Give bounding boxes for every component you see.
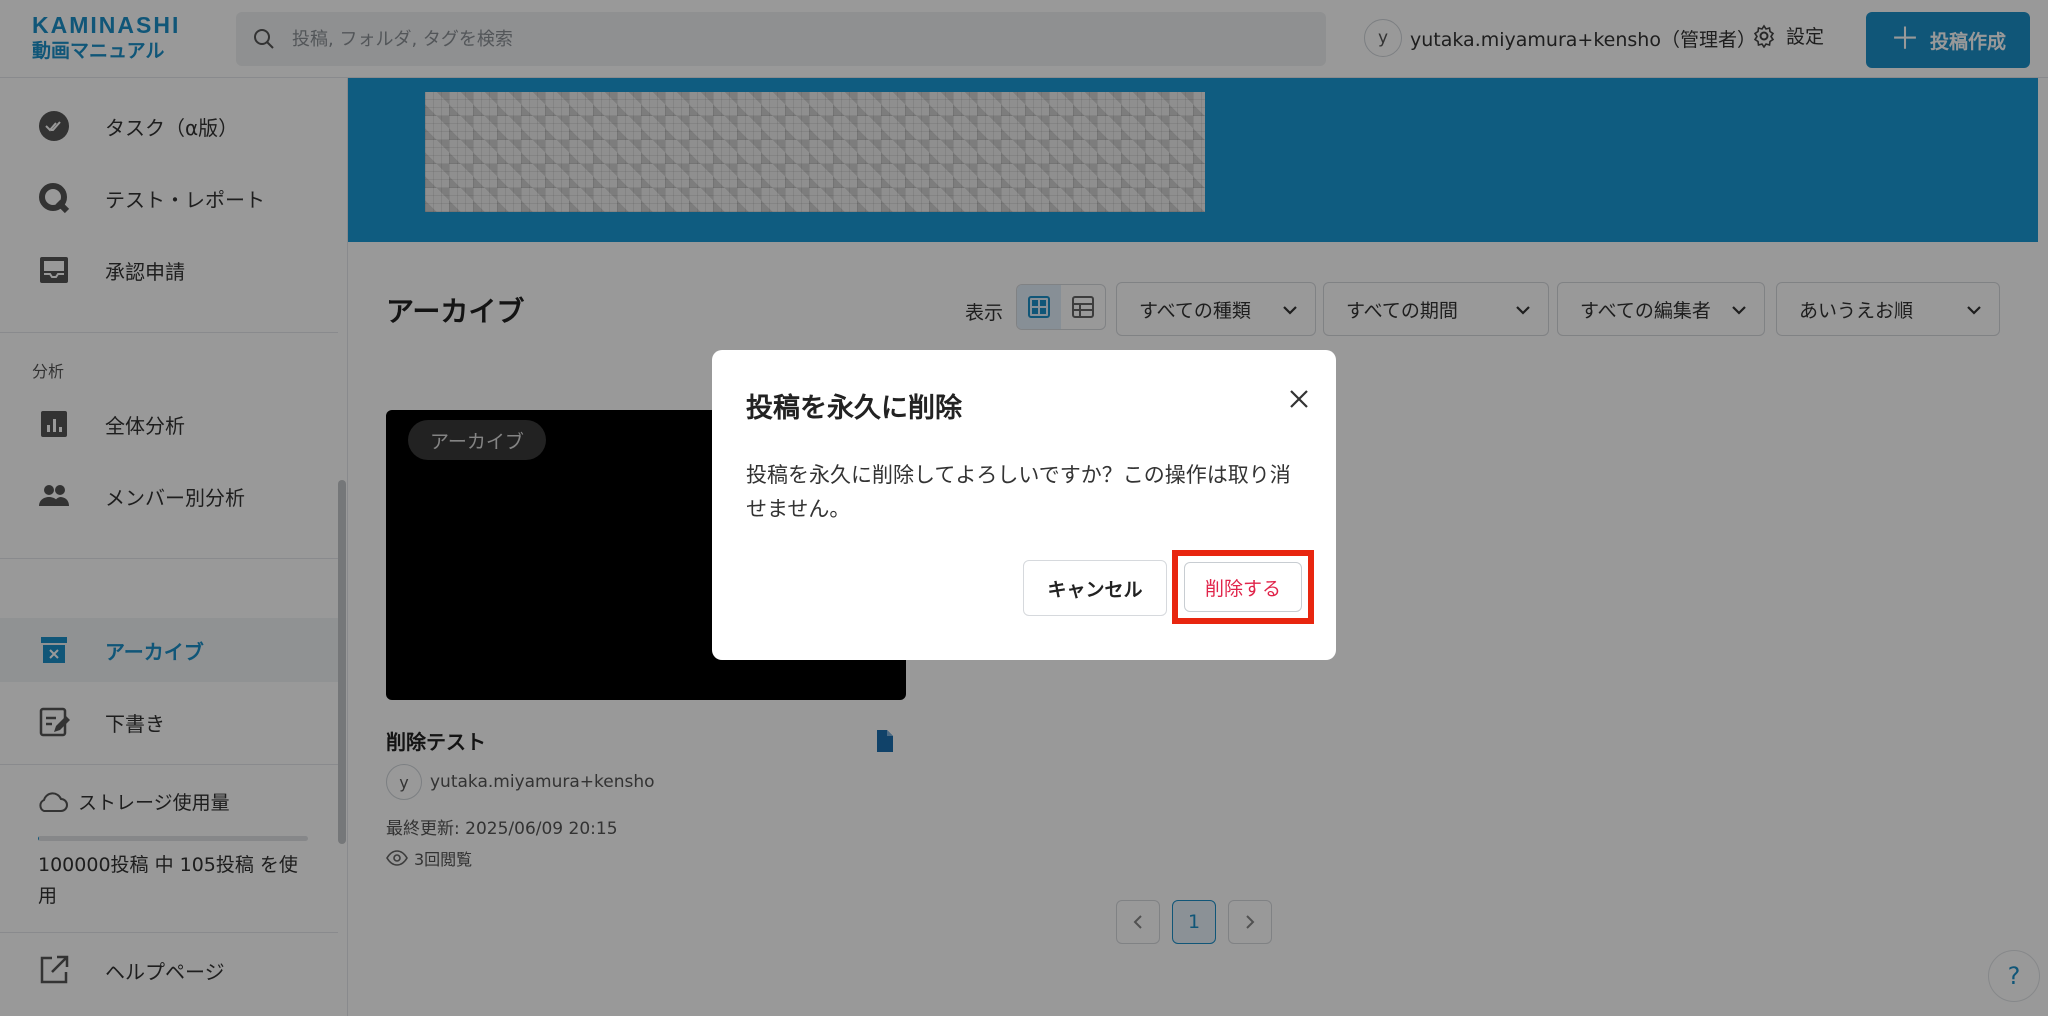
close-button[interactable]	[1282, 382, 1316, 416]
delete-button[interactable]: 削除する	[1184, 562, 1302, 612]
delete-button-highlight: 削除する	[1172, 550, 1314, 624]
delete-confirm-dialog: 投稿を永久に削除 投稿を永久に削除してよろしいですか？この操作は取り消せません。…	[712, 350, 1336, 660]
close-icon	[1290, 390, 1308, 408]
dialog-title: 投稿を永久に削除	[746, 393, 962, 424]
cancel-button[interactable]: キャンセル	[1023, 560, 1167, 616]
dialog-message: 投稿を永久に削除してよろしいですか？この操作は取り消せません。	[746, 463, 1291, 521]
